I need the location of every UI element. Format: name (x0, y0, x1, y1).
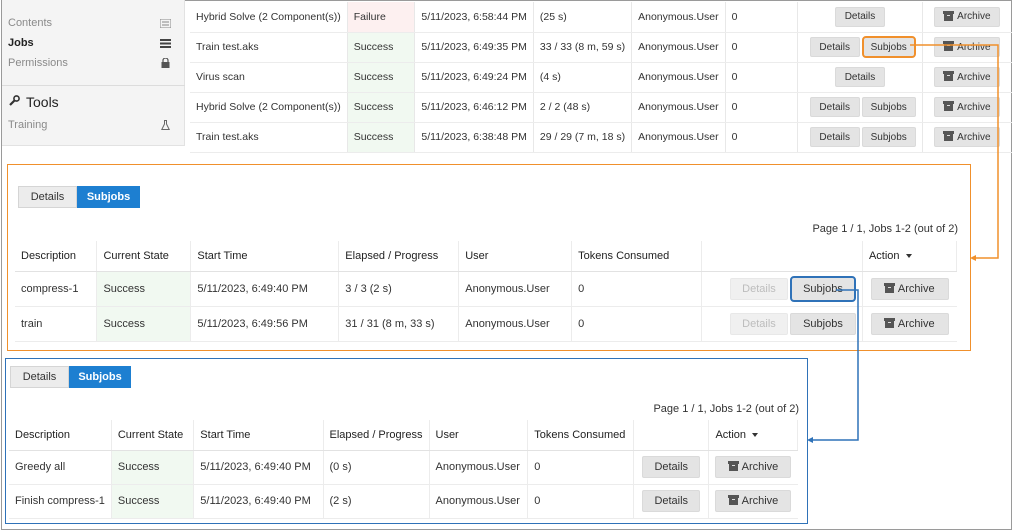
orange-arrowhead (970, 255, 976, 261)
connector-arrows (807, 44, 999, 443)
blue-arrowhead (807, 437, 813, 443)
orange-connector (910, 44, 999, 259)
blue-connector (812, 289, 859, 441)
